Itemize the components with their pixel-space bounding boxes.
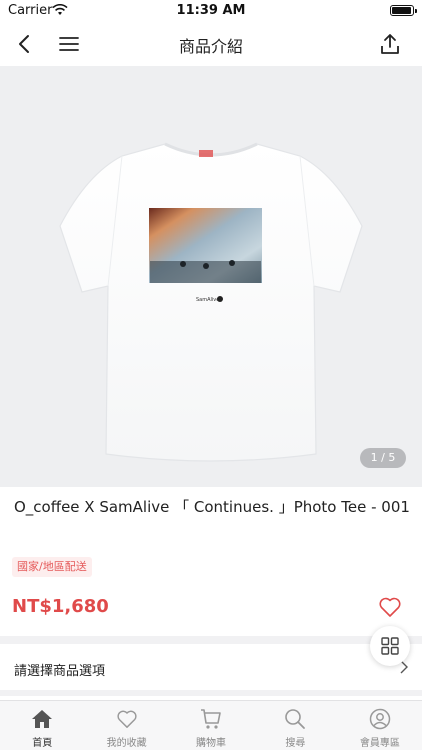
image-counter: 1 / 5 — [360, 448, 406, 468]
status-bar: Carrier 11:39 AM — [0, 0, 422, 22]
tab-label: 我的收藏 — [106, 738, 147, 749]
product-price: NT$1,680 — [12, 596, 109, 617]
status-time: 11:39 AM — [176, 3, 246, 18]
page-title: 商品介紹 — [178, 37, 243, 56]
product-options-row[interactable]: 請選擇商品選項 — [0, 648, 422, 688]
options-label: 請選擇商品選項 — [14, 664, 106, 679]
tab-bar: 首頁 我的收藏 購物車 搜尋 會員專區 — [0, 700, 422, 750]
home-icon — [30, 707, 54, 731]
tab-label: 購物車 — [196, 738, 227, 749]
svg-text:SamAlive: SamAlive — [196, 297, 219, 303]
search-icon — [283, 707, 307, 731]
tab-label: 搜尋 — [285, 738, 306, 749]
tshirt-photo: SamAlive — [59, 142, 363, 462]
share-icon — [381, 34, 399, 54]
tab-home[interactable]: 首頁 — [0, 701, 84, 750]
tab-search[interactable]: 搜尋 — [253, 701, 337, 750]
favorite-button[interactable] — [378, 596, 402, 618]
heart-outline-icon — [379, 597, 401, 617]
cart-icon — [199, 707, 223, 731]
share-button[interactable] — [376, 30, 404, 58]
shipping-tag: 國家/地區配送 — [12, 557, 92, 577]
tab-label: 首頁 — [32, 738, 53, 749]
product-image[interactable]: SamAlive — [0, 66, 422, 487]
product-title: O_coffee X SamAlive 「 Continues. 」Photo … — [14, 498, 410, 516]
heart-icon — [115, 707, 139, 731]
nav-bar: 商品介紹 — [0, 22, 422, 66]
user-icon — [368, 707, 392, 731]
tab-favorites[interactable]: 我的收藏 — [84, 701, 168, 750]
battery-icon — [390, 5, 417, 16]
grid-icon — [381, 637, 399, 655]
tab-label: 會員專區 — [359, 738, 400, 749]
tab-cart[interactable]: 購物車 — [169, 701, 253, 750]
grid-menu-button[interactable] — [370, 626, 410, 666]
tab-member[interactable]: 會員專區 — [338, 701, 422, 750]
section-divider — [0, 636, 422, 644]
section-divider — [0, 690, 422, 696]
